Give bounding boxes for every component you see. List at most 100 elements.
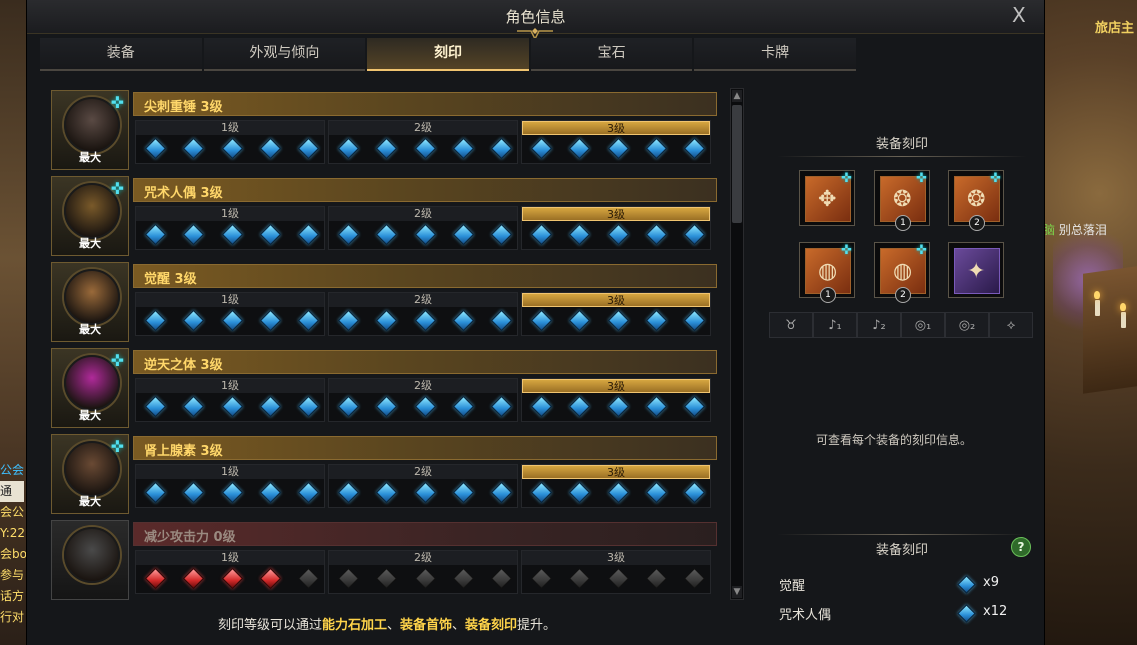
gem-icon (259, 137, 281, 160)
engraving-row[interactable]: 最大 觉醒 3级 1级 2级 3级 (51, 262, 719, 342)
engraving-portrait[interactable]: 最大 (51, 262, 129, 342)
engraving-title-bar: 咒术人偶 3级 (133, 178, 717, 202)
engraving-spark-icon: ✜ (841, 243, 852, 258)
engraving-spark-icon: ✜ (110, 93, 124, 112)
scroll-down-arrow-icon[interactable]: ▼ (732, 586, 742, 598)
gem-icon (957, 604, 976, 623)
gem-icon (337, 395, 360, 418)
gem-row (144, 309, 320, 332)
level-block: 2级 (328, 120, 518, 164)
npc-inn-label[interactable]: 旅店主 (1095, 17, 1134, 36)
gem-icon (259, 481, 281, 504)
title-bar[interactable]: 角色信息 X (27, 0, 1044, 41)
gem-icon (607, 395, 629, 418)
earring-icon: ❂ (893, 187, 912, 212)
gem-icon (183, 567, 205, 590)
hint-text: 提升。 (517, 618, 557, 633)
tab-bar: 装备 外观与倾向 刻印 宝石 卡牌 (40, 38, 858, 71)
necklace-filter-icon[interactable]: ♉ (769, 312, 813, 338)
engraving-portrait[interactable]: ✜ 最大 (51, 90, 129, 170)
gem-icon (144, 137, 167, 160)
equipment-slot[interactable]: ❂ ✜ 2 (948, 170, 1004, 231)
level-block: 1级 (135, 292, 325, 336)
chat-tab[interactable]: 通 (0, 481, 24, 502)
equipment-slot[interactable]: ❂ ✜ 1 (874, 170, 930, 231)
equipment-slot[interactable]: ◍ ✜ 1 (799, 242, 855, 303)
npc-name-label[interactable]: 脑 别总落泪 (1043, 221, 1107, 238)
summary-row: 咒术人偶 x12 (779, 604, 1029, 626)
engraving-scrollbar[interactable]: ▲ ▼ (730, 88, 744, 600)
engraving-portrait[interactable]: ✜ 最大 (51, 434, 129, 514)
gem-row (337, 395, 513, 418)
gem-icon (530, 395, 553, 418)
tab-equipment[interactable]: 装备 (40, 38, 202, 71)
ring2-filter-icon[interactable]: ◎₂ (945, 312, 989, 338)
scroll-thumb[interactable] (732, 105, 742, 223)
gem-row (337, 567, 513, 590)
equipment-slot[interactable]: ✥ ✜ (799, 170, 855, 226)
engraving-name: 肾上腺素 3级 (144, 444, 223, 459)
engraving-portrait[interactable]: ✜ 最大 (51, 176, 129, 256)
engraving-row[interactable]: ✜ 最大 肾上腺素 3级 1级 2级 3级 (51, 434, 719, 514)
ring-icon: ◍ (893, 259, 913, 284)
gem-icon (452, 223, 474, 246)
gem-row (144, 137, 320, 160)
level-label: 1级 (136, 551, 324, 565)
gem-icon (452, 395, 474, 418)
gem-icon (569, 137, 591, 160)
level-label: 3级 (522, 465, 710, 479)
level-label: 3级 (522, 379, 710, 393)
engraving-name: 觉醒 3级 (144, 272, 197, 287)
level-label: 1级 (136, 465, 324, 479)
gem-icon (183, 309, 205, 332)
gem-icon (297, 137, 320, 160)
gem-row (530, 309, 706, 332)
tab-gems[interactable]: 宝石 (530, 38, 693, 71)
game-background-right (1043, 0, 1137, 645)
close-button[interactable]: X (1012, 3, 1026, 27)
gem-icon (376, 223, 398, 246)
section-divider (777, 534, 1027, 535)
tab-cards[interactable]: 卡牌 (694, 38, 856, 71)
summary-count: x12 (983, 604, 1008, 619)
engraving-portrait[interactable] (51, 520, 129, 600)
level-block: 1级 (135, 378, 325, 422)
equipped-engraving-panel: 装备刻印 ✥ ✜ ❂ ✜ 1 ❂ ✜ 2 ◍ ✜ 1 ◍ ✜ 2 ✦ ♉ ♪₁ ♪₂ ◎₁ ◎₂ ⟡ 可查看每个装备的… (749, 90, 1039, 630)
equipment-filter-bar: ♉ ♪₁ ♪₂ ◎₁ ◎₂ ⟡ (769, 312, 1033, 340)
max-badge: 最大 (79, 409, 101, 422)
level-block: 2级 (328, 464, 518, 508)
engraving-row[interactable]: ✜ 最大 逆天之体 3级 1级 2级 3级 (51, 348, 719, 428)
gem-icon (376, 481, 398, 504)
level-label: 2级 (329, 465, 517, 479)
gem-row (530, 481, 706, 504)
engraving-name: 尖刺重锤 3级 (144, 100, 223, 115)
stone-filter-icon[interactable]: ⟡ (989, 312, 1033, 338)
engraving-row[interactable]: ✜ 最大 咒术人偶 3级 1级 2级 3级 (51, 176, 719, 256)
gem-icon (607, 309, 629, 332)
gem-icon (530, 137, 553, 160)
help-button[interactable]: ? (1011, 537, 1031, 557)
engraving-row[interactable]: ✜ 最大 尖刺重锤 3级 1级 2级 3级 (51, 90, 719, 170)
summary-count: x9 (983, 575, 999, 590)
section-title: 装备刻印 (875, 137, 928, 152)
tab-appearance[interactable]: 外观与倾向 (203, 38, 366, 71)
level-label: 3级 (522, 293, 710, 307)
level-block: 2级 (328, 206, 518, 250)
gem-icon (259, 395, 281, 418)
ring1-filter-icon[interactable]: ◎₁ (901, 312, 945, 338)
gem-icon (144, 567, 167, 590)
engraving-spark-icon: ✜ (110, 351, 124, 370)
gem-icon (569, 223, 591, 246)
tab-engravings[interactable]: 刻印 (367, 38, 529, 71)
gem-icon (490, 223, 513, 246)
earring1-filter-icon[interactable]: ♪₁ (813, 312, 857, 338)
equipment-slot[interactable]: ✦ (948, 242, 1004, 298)
gem-row (337, 137, 513, 160)
npc-name-text: 别总落泪 (1058, 223, 1107, 237)
engraving-portrait[interactable]: ✜ 最大 (51, 348, 129, 428)
engraving-row[interactable]: 减少攻击力 0级 1级 2级 3级 (51, 520, 719, 600)
earring2-filter-icon[interactable]: ♪₂ (857, 312, 901, 338)
scroll-up-arrow-icon[interactable]: ▲ (732, 90, 742, 102)
equipment-slot[interactable]: ◍ ✜ 2 (874, 242, 930, 303)
gem-icon (297, 223, 320, 246)
